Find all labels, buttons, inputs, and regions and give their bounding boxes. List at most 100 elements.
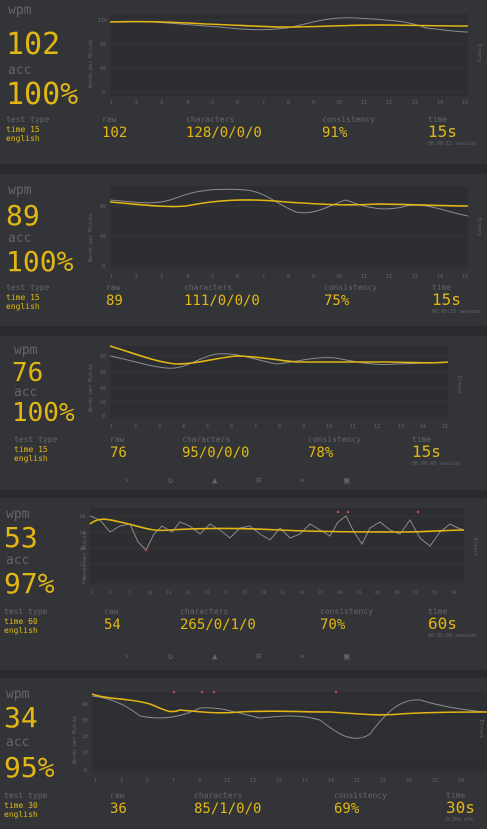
error-marker bbox=[200, 690, 204, 694]
result-panel-3: wpm 76 acc 100% Words per Minute Errors … bbox=[0, 336, 487, 490]
result-panel-1: wpm 102 acc 100% Words per Minute Errors… bbox=[0, 0, 487, 164]
error-marker bbox=[336, 510, 340, 514]
wpm-value: 89 bbox=[6, 199, 40, 232]
y-axis-label: Words per Minute bbox=[88, 364, 94, 412]
warning-icon[interactable]: ▲ bbox=[212, 476, 217, 486]
characters-value: 95/0/0/0 bbox=[182, 445, 250, 461]
y-tick: 40 bbox=[80, 546, 86, 552]
x-tick: 37 bbox=[318, 590, 324, 596]
x-tick: 9 bbox=[312, 274, 315, 280]
y-tick: 0 bbox=[84, 768, 87, 774]
restart-icon[interactable]: ↻ bbox=[168, 476, 173, 486]
x-tick: 13 bbox=[412, 274, 418, 280]
y-tick: 20 bbox=[82, 734, 88, 740]
characters-label: characters bbox=[182, 435, 231, 444]
wpm-label: wpm bbox=[14, 343, 38, 358]
consistency-value: 70% bbox=[320, 617, 346, 633]
x-tick: 15 bbox=[462, 274, 468, 280]
x-tick: 4 bbox=[109, 590, 112, 596]
y-tick: 80 bbox=[80, 514, 86, 520]
x-tick: 12 bbox=[386, 274, 392, 280]
image-icon[interactable]: ▣ bbox=[344, 476, 349, 486]
chart-svg: Words per Minute Errors 80 40 0 1 2 3 4 … bbox=[88, 186, 482, 280]
image-icon[interactable]: ▣ bbox=[344, 652, 349, 662]
next-test-icon[interactable]: › bbox=[124, 652, 129, 662]
warning-icon[interactable]: ▲ bbox=[212, 652, 217, 662]
test-language: english bbox=[14, 454, 48, 463]
toolbar-1: › ↻ ▲ ≡ « ▣ bbox=[0, 476, 487, 490]
x-tick: 5 bbox=[211, 100, 214, 106]
y-axis-label: Words per Minute bbox=[88, 214, 94, 262]
list-icon[interactable]: ≡ bbox=[256, 652, 261, 662]
y-tick: 60 bbox=[80, 530, 86, 536]
x-tick: 43 bbox=[356, 590, 362, 596]
x-tick: 16 bbox=[185, 590, 191, 596]
acc-value: 100% bbox=[6, 77, 79, 112]
y-tick: 20 bbox=[100, 400, 106, 406]
rewind-icon[interactable]: « bbox=[300, 652, 305, 662]
acc-label: acc bbox=[6, 735, 30, 750]
x-tick: 11 bbox=[350, 424, 356, 430]
wpm-label: wpm bbox=[6, 507, 30, 522]
x-tick: 23 bbox=[380, 778, 386, 784]
x-tick: 29 bbox=[458, 778, 464, 784]
test-type-label: test type bbox=[4, 607, 48, 616]
x-tick: 19 bbox=[328, 778, 334, 784]
consistency-label: consistency bbox=[334, 791, 387, 800]
characters-value: 85/1/0/0 bbox=[194, 801, 262, 817]
raw-label: raw bbox=[102, 115, 117, 124]
error-marker bbox=[172, 690, 176, 694]
x-tick: 6 bbox=[236, 274, 239, 280]
rewind-icon[interactable]: « bbox=[300, 476, 305, 486]
x-tick: 27 bbox=[432, 778, 438, 784]
y-tick: 40 bbox=[100, 66, 106, 72]
x-tick: 28 bbox=[261, 590, 267, 596]
wpm-value: 53 bbox=[4, 521, 38, 554]
consistency-label: consistency bbox=[308, 435, 361, 444]
x-tick: 3 bbox=[160, 274, 163, 280]
separator bbox=[0, 490, 487, 498]
restart-icon[interactable]: ↻ bbox=[168, 652, 173, 662]
x-tick: 1 bbox=[110, 100, 113, 106]
x-tick: 52 bbox=[413, 590, 419, 596]
y-tick: 0 bbox=[82, 580, 85, 586]
x-tick: 1 bbox=[110, 424, 113, 430]
raw-value: 102 bbox=[102, 125, 128, 141]
x-tick: 40 bbox=[337, 590, 343, 596]
x-tick: 49 bbox=[394, 590, 400, 596]
consistency-value: 75% bbox=[324, 293, 350, 309]
x-tick: 4 bbox=[186, 274, 189, 280]
y-tick: 60 bbox=[100, 370, 106, 376]
acc-value: 100% bbox=[12, 398, 75, 428]
next-test-icon[interactable]: › bbox=[124, 476, 129, 486]
test-type-label: test type bbox=[6, 115, 50, 124]
wpm-value: 34 bbox=[4, 701, 38, 734]
x-tick: 55 bbox=[432, 590, 438, 596]
wpm-label: wpm bbox=[8, 3, 32, 18]
y-tick: 20 bbox=[80, 562, 86, 568]
chart-svg: Words per Minute Errors 80 60 40 20 0 1 … bbox=[80, 508, 478, 596]
x-tick: 9 bbox=[198, 778, 201, 784]
x-tick: 10 bbox=[147, 590, 153, 596]
characters-label: characters bbox=[194, 791, 243, 800]
chart-svg: Words per Minute Errors 120 80 40 0 1 2 … bbox=[88, 14, 482, 106]
x-tick: 14 bbox=[437, 274, 443, 280]
x-tick: 11 bbox=[361, 100, 367, 106]
characters-label: characters bbox=[180, 607, 229, 616]
wpm-chart: Words per Minute Errors 40 30 20 10 0 1 … bbox=[70, 684, 487, 788]
time-value: 15s bbox=[432, 290, 461, 309]
raw-value: 76 bbox=[110, 445, 127, 461]
x-tick: 7 bbox=[262, 100, 265, 106]
x-tick: 7 bbox=[254, 424, 257, 430]
acc-value: 100% bbox=[6, 245, 74, 278]
time-value: 15s bbox=[412, 442, 441, 461]
time-note: 00:01:00 session bbox=[428, 633, 477, 639]
raw-label: raw bbox=[104, 607, 119, 616]
raw-value: 89 bbox=[106, 293, 123, 309]
y2-axis-label: Errors bbox=[478, 720, 484, 738]
list-icon[interactable]: ≡ bbox=[256, 476, 261, 486]
wpm-chart: Words per Minute Errors 120 80 40 0 1 2 … bbox=[86, 6, 486, 110]
consistency-value: 91% bbox=[322, 125, 348, 141]
raw-value: 54 bbox=[104, 617, 121, 633]
error-marker bbox=[334, 690, 338, 694]
